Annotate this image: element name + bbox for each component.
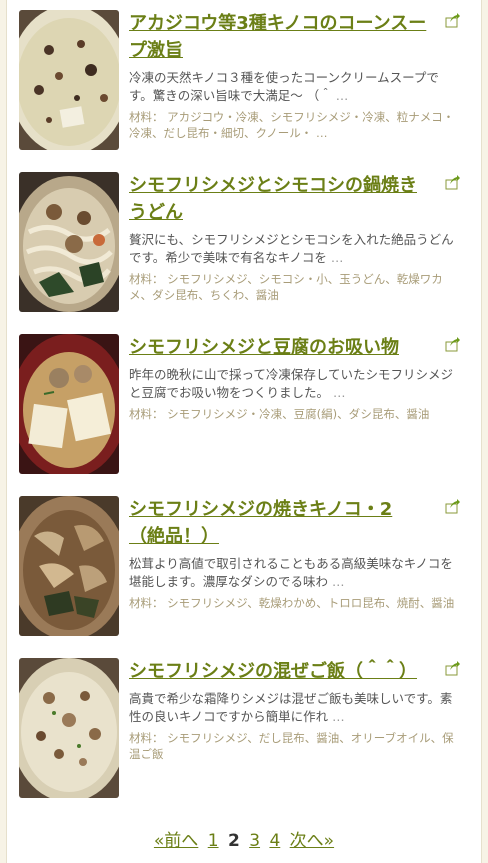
recipe-item: シモフリシメジと豆腐のお吸い物 昨年の晩秋に山で採って冷凍保存していたシモフリシ… [19,334,467,496]
recipe-ingredients: 材料： シモフリシメジ、乾燥わかめ、トロロ昆布、焼酎、醤油 [129,595,461,611]
recipe-description-text: 昨年の晩秋に山で採って冷凍保存していたシモフリシメジと豆腐でお吸い物をつくりまし… [129,367,454,400]
recipe-list: アカジコウ等3種キノコのコーンスープ激旨 冷凍の天然キノコ３種を使ったコーンクリ… [19,10,467,820]
recipe-ingredients: 材料： シモフリシメジ・冷凍、豆腐(絹)、ダシ昆布、醤油 [129,406,461,422]
recipe-title[interactable]: アカジコウ等3種キノコのコーンスープ激旨 [129,10,461,64]
recipe-item: シモフリシメジの混ぜご飯（＾＾） 高貴で希少な霜降りシメジは混ぜご飯も美味しいで… [19,658,467,820]
more-ellipsis: … [330,250,344,265]
recipe-description: 冷凍の天然キノコ３種を使ったコーンクリームスープです。驚きの深い旨味で大満足～ … [129,69,461,105]
recipe-thumbnail[interactable] [19,496,119,636]
share-arrow-icon[interactable] [445,660,461,676]
more-ellipsis: … [333,385,346,400]
share-arrow-icon[interactable] [445,12,461,28]
recipe-description: 贅沢にも、シモフリシメジとシモコシを入れた絶品うどんです。希少で美味で有名なキノ… [129,231,461,267]
pagination-page-4[interactable]: 4 [269,831,280,851]
more-ellipsis: … [332,574,345,589]
pagination-page-3[interactable]: 3 [249,831,260,851]
recipe-thumbnail[interactable] [19,10,119,150]
more-ellipsis: … [315,126,328,140]
more-ellipsis: … [335,88,349,103]
recipe-title[interactable]: シモフリシメジの焼きキノコ・2（絶品！） [129,496,461,550]
recipe-ingredients-text: 材料： シモフリシメジ、乾燥わかめ、トロロ昆布、焼酎、醤油 [129,596,455,610]
recipe-list-page: アカジコウ等3種キノコのコーンスープ激旨 冷凍の天然キノコ３種を使ったコーンクリ… [6,0,482,863]
recipe-ingredients-text: 材料： シモフリシメジ、だし昆布、醤油、オリーブオイル、保温ご飯 [129,731,454,761]
pagination-page-1[interactable]: 1 [208,831,219,851]
recipe-ingredients: 材料： シモフリシメジ、だし昆布、醤油、オリーブオイル、保温ご飯 [129,730,461,762]
recipe-description: 高貴で希少な霜降りシメジは混ぜご飯も美味しいです。素性の良いキノコですから簡単に… [129,690,461,726]
corn-soup-photo [19,10,119,150]
yaki-kinoko-photo [19,496,119,636]
pagination: «前へ 1 2 3 4 次へ» [7,826,481,851]
recipe-title[interactable]: シモフリシメジの混ぜご飯（＾＾） [129,658,461,685]
recipe-title[interactable]: シモフリシメジと豆腐のお吸い物 [129,334,461,361]
recipe-thumbnail[interactable] [19,334,119,474]
pagination-prev[interactable]: «前へ [154,831,198,851]
share-arrow-icon[interactable] [445,498,461,514]
recipe-ingredients: 材料： シモフリシメジ、シモコシ・小、玉うどん、乾燥ワカメ、ダシ昆布、ちくわ、醤… [129,271,461,303]
recipe-ingredients: 材料： アカジコウ・冷凍、シモフリシメジ・冷凍、粒ナメコ・冷凍、だし昆布・細切、… [129,109,461,141]
recipe-title[interactable]: シモフリシメジとシモコシの鍋焼きうどん [129,172,461,226]
share-arrow-icon[interactable] [445,174,461,190]
recipe-description-text: 松茸より高値で取引されることもある高級美味なキノコを堪能します。濃厚なダシのでる… [129,556,453,589]
recipe-description: 昨年の晩秋に山で採って冷凍保存していたシモフリシメジと豆腐でお吸い物をつくりまし… [129,366,461,402]
recipe-item: アカジコウ等3種キノコのコーンスープ激旨 冷凍の天然キノコ３種を使ったコーンクリ… [19,10,467,172]
osuimono-photo [19,334,119,474]
recipe-thumbnail[interactable] [19,172,119,312]
nabeyaki-udon-photo [19,172,119,312]
recipe-thumbnail[interactable] [19,658,119,798]
recipe-description-text: 贅沢にも、シモフリシメジとシモコシを入れた絶品うどんです。希少で美味で有名なキノ… [129,232,454,265]
pagination-current-page: 2 [227,831,240,851]
more-ellipsis: … [332,709,345,724]
recipe-ingredients-text: 材料： シモフリシメジ、シモコシ・小、玉うどん、乾燥ワカメ、ダシ昆布、ちくわ、醤… [129,272,443,302]
mazegohan-photo [19,658,119,798]
share-arrow-icon[interactable] [445,336,461,352]
recipe-item: シモフリシメジの焼きキノコ・2（絶品！） 松茸より高値で取引されることもある高級… [19,496,467,658]
recipe-ingredients-text: 材料： シモフリシメジ・冷凍、豆腐(絹)、ダシ昆布、醤油 [129,407,430,421]
pagination-next[interactable]: 次へ» [290,831,334,851]
recipe-description: 松茸より高値で取引されることもある高級美味なキノコを堪能します。濃厚なダシのでる… [129,555,461,591]
recipe-ingredients-text: 材料： アカジコウ・冷凍、シモフリシメジ・冷凍、粒ナメコ・冷凍、だし昆布・細切、… [129,110,455,140]
recipe-description-text: 高貴で希少な霜降りシメジは混ぜご飯も美味しいです。素性の良いキノコですから簡単に… [129,691,453,724]
recipe-description-text: 冷凍の天然キノコ３種を使ったコーンクリームスープです。驚きの深い旨味で大満足～ … [129,70,439,103]
recipe-item: シモフリシメジとシモコシの鍋焼きうどん 贅沢にも、シモフリシメジとシモコシを入れ… [19,172,467,334]
